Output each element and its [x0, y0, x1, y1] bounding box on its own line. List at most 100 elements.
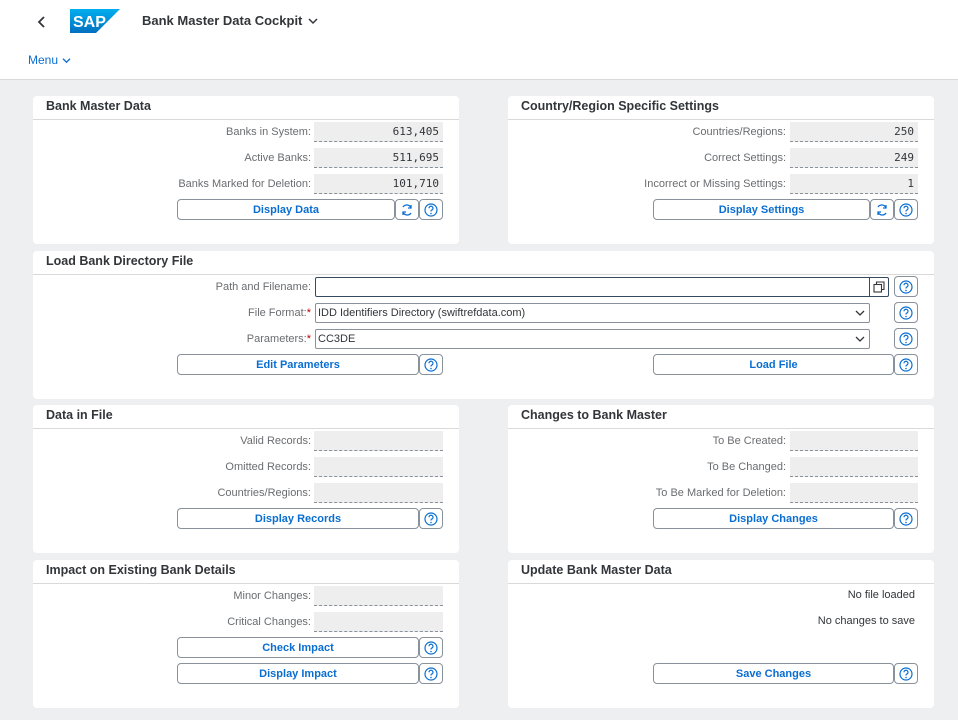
display-data-button[interactable]: Display Data	[177, 199, 395, 220]
help-button[interactable]	[419, 663, 443, 684]
parameters-select[interactable]: CC3DE	[315, 329, 870, 349]
help-button[interactable]	[894, 328, 918, 349]
value-help-button[interactable]	[869, 278, 888, 296]
correct-settings-label: Correct Settings:	[704, 152, 786, 164]
chevron-down-icon	[855, 310, 865, 316]
banks-in-system-label: Banks in System:	[226, 126, 311, 138]
question-mark-icon	[424, 357, 438, 372]
help-button[interactable]	[894, 276, 918, 297]
question-mark-icon	[899, 511, 913, 526]
load-bank-directory-panel: Load Bank Directory File Path and Filena…	[33, 251, 934, 399]
divider	[33, 428, 459, 429]
app-title: Bank Master Data Cockpit	[142, 13, 303, 28]
panel-title: Data in File	[46, 408, 113, 422]
back-button[interactable]	[30, 10, 54, 34]
file-format-label-text: File Format:	[248, 307, 307, 319]
incorrect-settings-field: 1	[790, 174, 918, 194]
parameters-label-text: Parameters:	[246, 333, 307, 345]
file-format-label: File Format:*	[248, 304, 311, 322]
help-button[interactable]	[894, 302, 918, 323]
omitted-records-label: Omitted Records:	[225, 461, 311, 473]
chevron-down-icon	[308, 17, 318, 24]
path-filename-input[interactable]	[315, 277, 889, 297]
refresh-button[interactable]	[395, 199, 419, 220]
refresh-icon	[402, 203, 412, 216]
panel-title: Update Bank Master Data	[521, 563, 672, 577]
display-changes-button[interactable]: Display Changes	[653, 508, 894, 529]
app-title-menu[interactable]: Bank Master Data Cockpit	[142, 13, 318, 28]
valid-records-field	[314, 431, 443, 451]
correct-settings-field: 249	[790, 148, 918, 168]
changes-to-bank-master-panel: Changes to Bank Master To Be Created: To…	[508, 405, 934, 553]
refresh-icon	[877, 203, 887, 216]
panel-title: Changes to Bank Master	[521, 408, 667, 422]
question-mark-icon	[424, 511, 438, 526]
chevron-down-icon	[62, 57, 71, 63]
check-impact-button[interactable]: Check Impact	[177, 637, 419, 658]
update-bank-master-panel: Update Bank Master Data No file loaded N…	[508, 560, 934, 708]
changes-status-text: No changes to save	[817, 615, 915, 627]
browse-icon	[873, 281, 885, 293]
file-format-value: IDD Identifiers Directory (swiftrefdata.…	[318, 307, 526, 319]
display-impact-button[interactable]: Display Impact	[177, 663, 419, 684]
to-be-created-field	[790, 431, 918, 451]
panel-title: Impact on Existing Bank Details	[46, 563, 236, 577]
critical-changes-field	[314, 612, 443, 632]
to-be-created-label: To Be Created:	[712, 435, 786, 447]
required-indicator: *	[306, 307, 311, 319]
bank-master-data-panel: Bank Master Data Banks in System: 613,40…	[33, 96, 459, 244]
display-records-button[interactable]: Display Records	[177, 508, 419, 529]
countries-regions-label: Countries/Regions:	[217, 487, 311, 499]
minor-changes-field	[314, 586, 443, 606]
incorrect-settings-label: Incorrect or Missing Settings:	[644, 178, 786, 190]
to-be-changed-label: To Be Changed:	[707, 461, 786, 473]
question-mark-icon	[424, 666, 438, 681]
question-mark-icon	[899, 279, 913, 294]
question-mark-icon	[424, 640, 438, 655]
help-button[interactable]	[894, 354, 918, 375]
panel-title: Bank Master Data	[46, 99, 151, 113]
display-settings-button[interactable]: Display Settings	[653, 199, 870, 220]
countries-regions-label: Countries/Regions:	[692, 126, 786, 138]
file-status-text: No file loaded	[847, 589, 915, 601]
help-button[interactable]	[419, 637, 443, 658]
file-format-select[interactable]: IDD Identifiers Directory (swiftrefdata.…	[315, 303, 870, 323]
panel-title: Country/Region Specific Settings	[521, 99, 719, 113]
to-be-deleted-field	[790, 483, 918, 503]
to-be-changed-field	[790, 457, 918, 477]
help-button[interactable]	[419, 354, 443, 375]
active-banks-label: Active Banks:	[244, 152, 311, 164]
edit-parameters-button[interactable]: Edit Parameters	[177, 354, 419, 375]
menu-button[interactable]: Menu	[28, 53, 71, 67]
chevron-down-icon	[855, 336, 865, 342]
load-file-button[interactable]: Load File	[653, 354, 894, 375]
help-button[interactable]	[894, 199, 918, 220]
question-mark-icon	[899, 305, 913, 320]
divider	[508, 583, 934, 584]
help-button[interactable]	[894, 663, 918, 684]
omitted-records-field	[314, 457, 443, 477]
help-button[interactable]	[894, 508, 918, 529]
data-in-file-panel: Data in File Valid Records: Omitted Reco…	[33, 405, 459, 553]
sap-logo-text: SAP	[73, 14, 106, 31]
banks-in-system-field: 613,405	[314, 122, 443, 142]
country-region-settings-panel: Country/Region Specific Settings Countri…	[508, 96, 934, 244]
active-banks-field: 511,695	[314, 148, 443, 168]
help-button[interactable]	[419, 508, 443, 529]
sap-logo: SAP	[70, 9, 120, 33]
valid-records-label: Valid Records:	[240, 435, 311, 447]
refresh-button[interactable]	[870, 199, 894, 220]
menu-label: Menu	[28, 53, 59, 67]
help-button[interactable]	[419, 199, 443, 220]
minor-changes-label: Minor Changes:	[233, 590, 311, 602]
divider	[33, 583, 459, 584]
path-filename-label: Path and Filename:	[215, 281, 311, 293]
to-be-deleted-label: To Be Marked for Deletion:	[655, 487, 786, 499]
save-changes-button[interactable]: Save Changes	[653, 663, 894, 684]
question-mark-icon	[899, 357, 913, 372]
required-indicator: *	[306, 333, 311, 345]
divider	[508, 119, 934, 120]
panel-title: Load Bank Directory File	[46, 254, 194, 268]
question-mark-icon	[424, 202, 438, 217]
impact-panel: Impact on Existing Bank Details Minor Ch…	[33, 560, 459, 708]
